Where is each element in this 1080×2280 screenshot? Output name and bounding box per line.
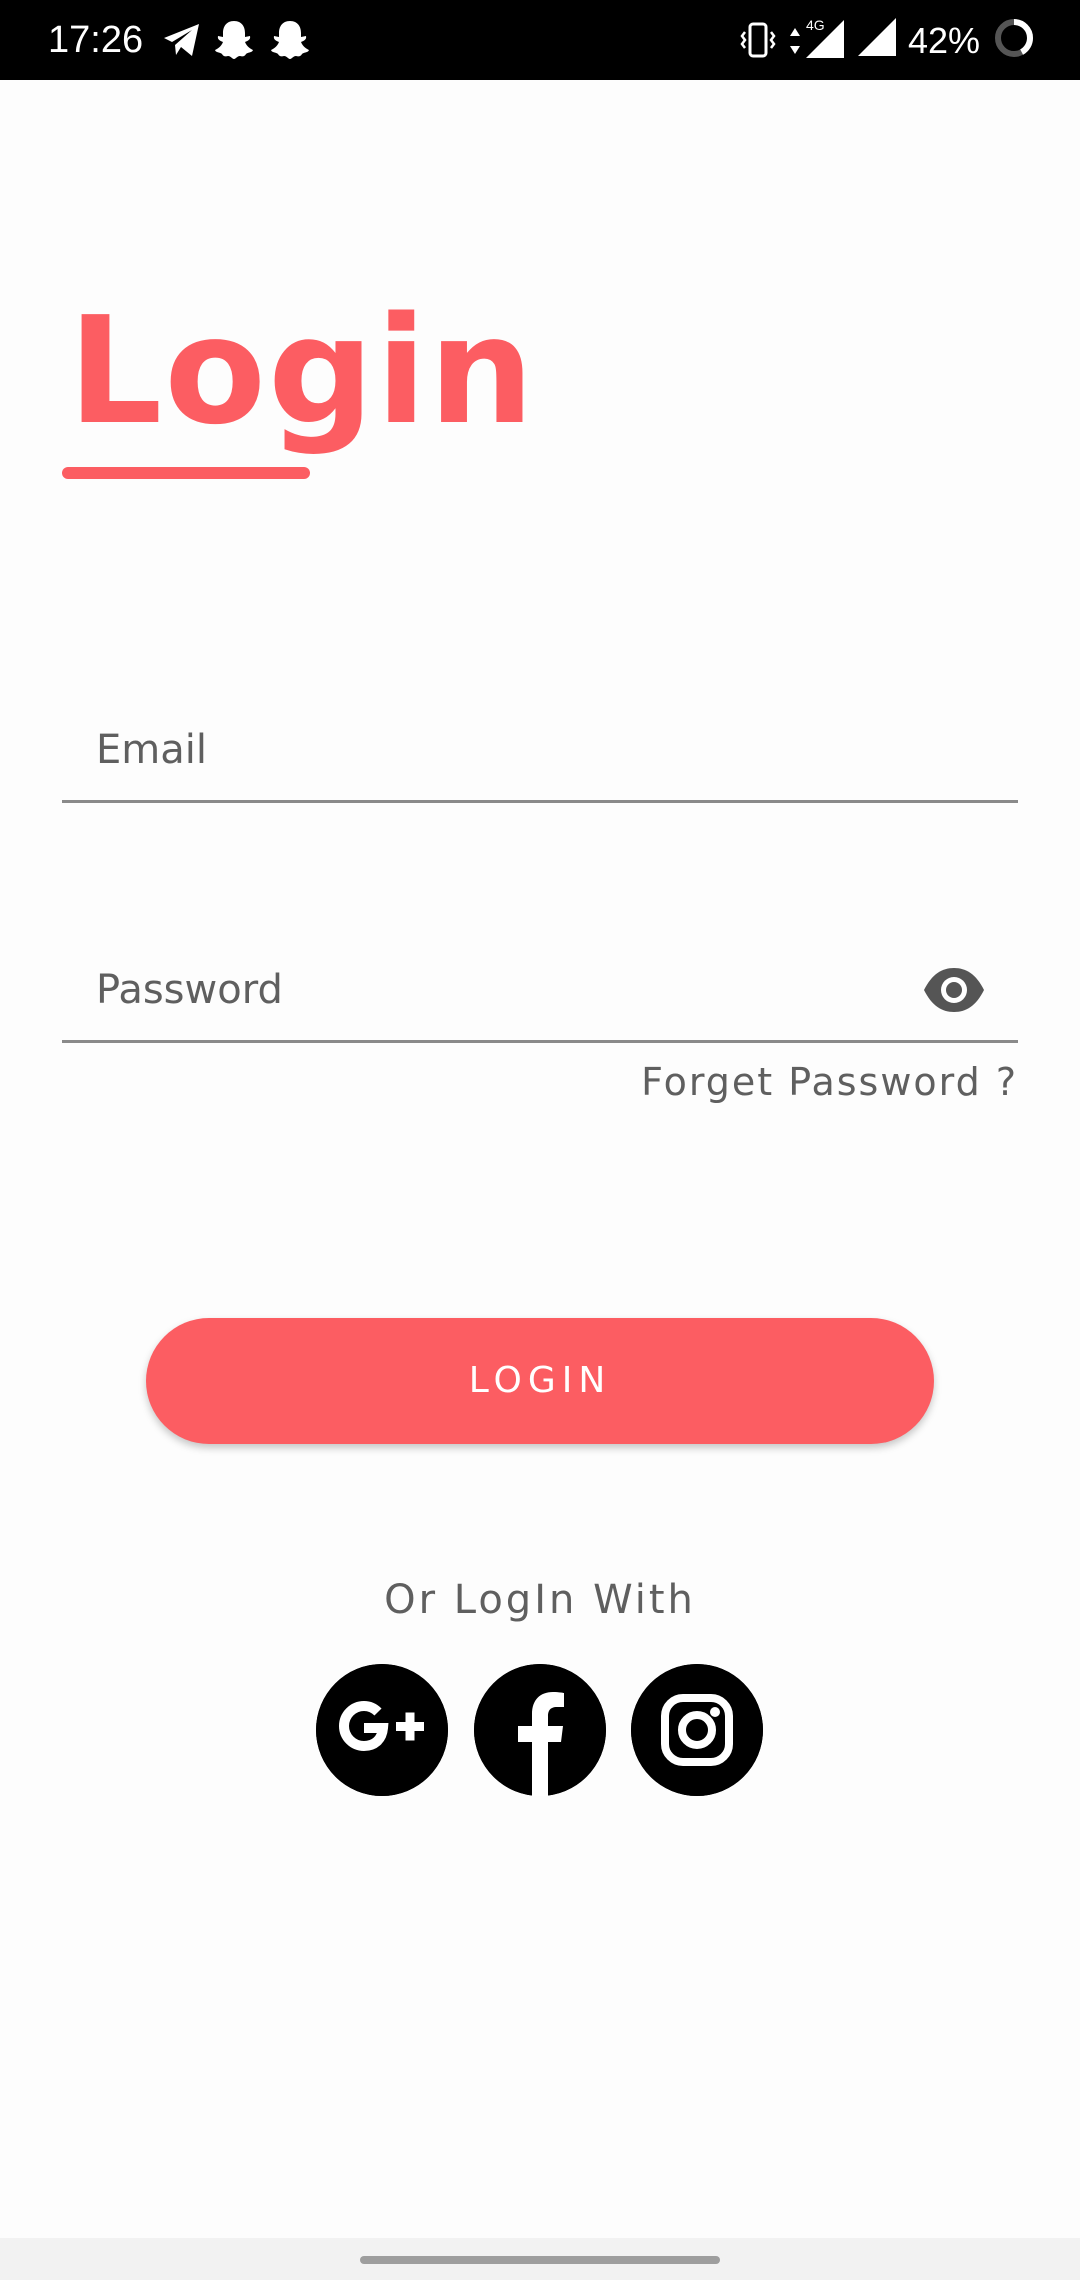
signal-4g-icon: 4G	[806, 17, 844, 58]
telegram-icon	[164, 24, 199, 56]
title-underline	[62, 467, 310, 479]
eye-icon[interactable]	[922, 962, 986, 1018]
social-login-caption: Or LogIn With	[384, 1577, 696, 1623]
google-plus-button[interactable]	[316, 1664, 448, 1796]
instagram-button[interactable]	[631, 1664, 763, 1796]
battery-ring-icon	[995, 19, 1033, 57]
page-title: Login	[68, 285, 537, 457]
login-button[interactable]: LOGIN	[146, 1318, 934, 1444]
status-time: 17:26	[48, 19, 144, 61]
email-field	[62, 700, 1018, 803]
password-input[interactable]	[96, 940, 916, 1040]
password-field	[62, 940, 1018, 1043]
signal-icon	[858, 18, 896, 56]
navigation-bar	[0, 2238, 1080, 2280]
snapchat-icon	[215, 21, 253, 59]
facebook-button[interactable]	[474, 1664, 606, 1796]
home-gesture-pill[interactable]	[360, 2256, 720, 2264]
status-bar: 17:26 4G 42%	[0, 0, 1080, 80]
battery-percent: 42%	[908, 20, 981, 61]
facebook-icon	[474, 1664, 606, 1796]
instagram-icon	[631, 1664, 763, 1796]
google-plus-icon	[316, 1664, 448, 1796]
email-input[interactable]	[96, 700, 916, 800]
snapchat-icon	[271, 21, 309, 59]
svg-text:4G: 4G	[806, 17, 825, 33]
forget-password-link[interactable]: Forget Password ?	[641, 1056, 1018, 1108]
vibrate-icon	[740, 22, 776, 58]
